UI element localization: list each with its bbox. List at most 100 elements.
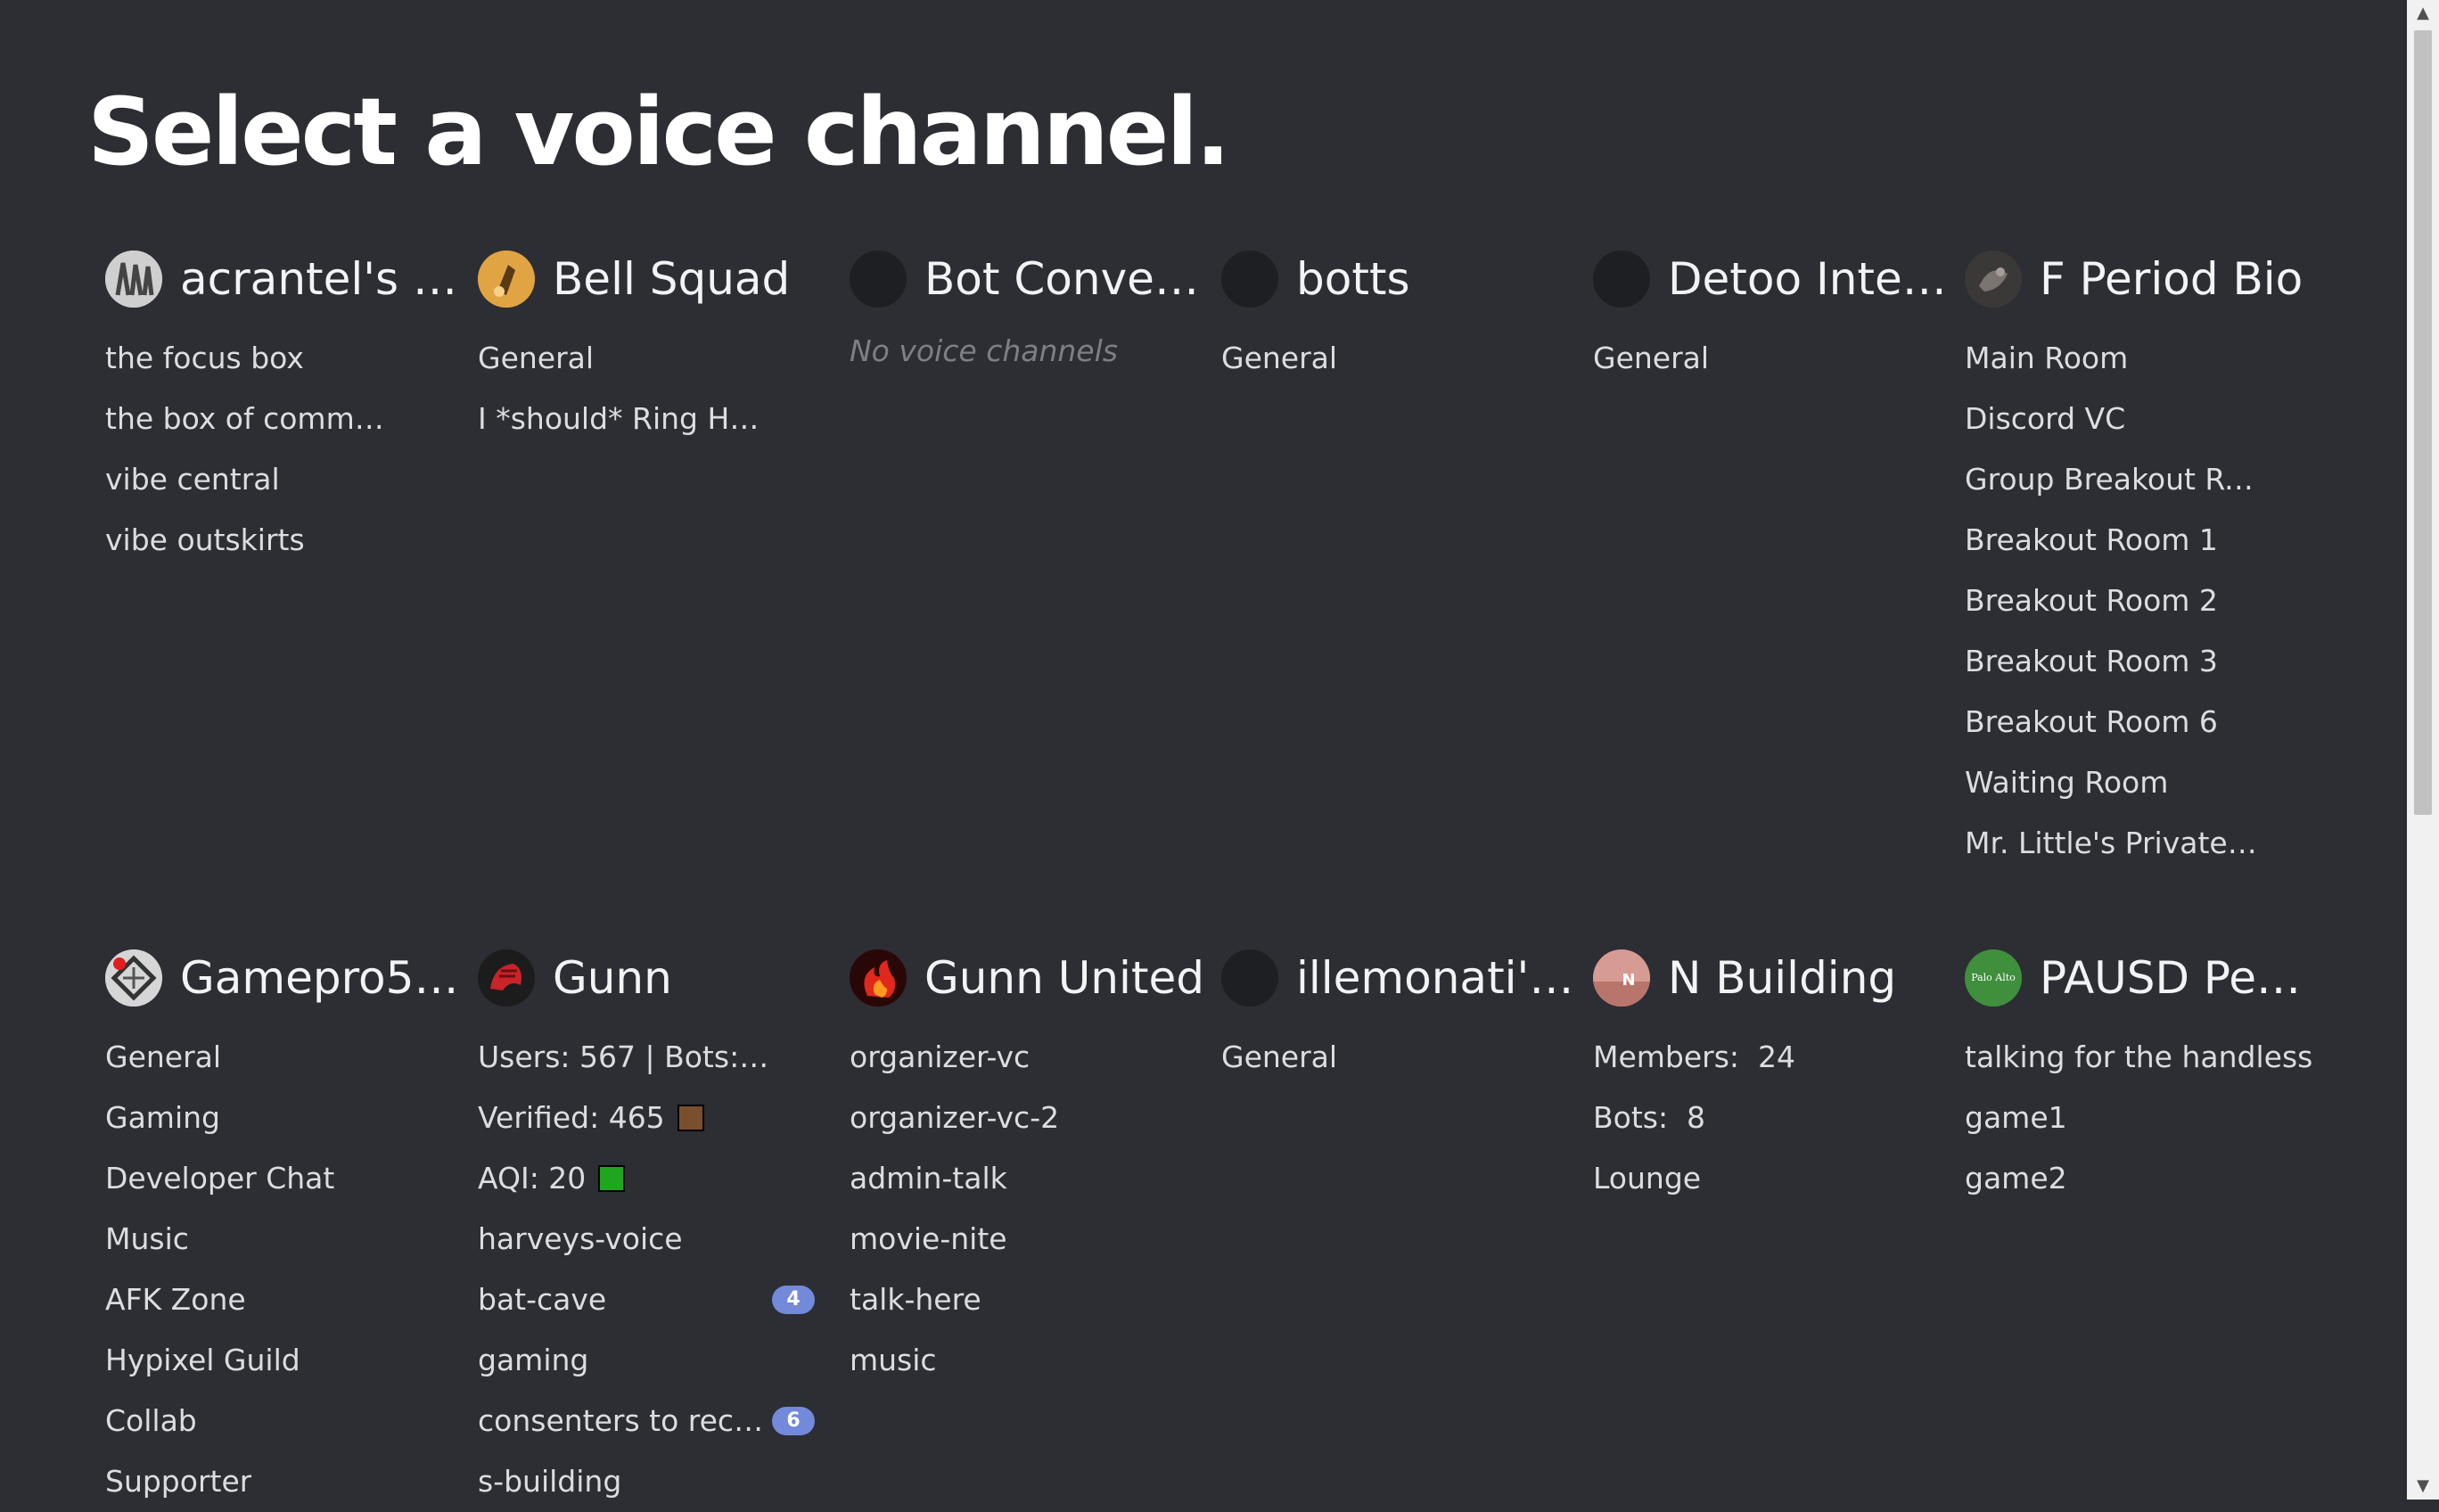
channel-the-focus-box[interactable]: the focus box bbox=[105, 328, 462, 389]
svg-text:N: N bbox=[1622, 971, 1635, 990]
channel-developer-chat[interactable]: Developer Chat bbox=[105, 1148, 462, 1209]
channel-vibe-central[interactable]: vibe central bbox=[105, 449, 462, 510]
gunn-united-server-icon bbox=[850, 949, 907, 1007]
server-name: Gamepro5's server bbox=[180, 952, 462, 1004]
server-header[interactable]: botts bbox=[1221, 250, 1578, 308]
channel-general[interactable]: General bbox=[105, 1027, 462, 1088]
user-count-badge: 6 bbox=[772, 1407, 815, 1435]
server-header[interactable]: Gunn bbox=[478, 949, 834, 1007]
server-header[interactable]: Bot Conversations bbox=[850, 250, 1206, 308]
bot-conversations-server-icon bbox=[850, 251, 907, 308]
server-name: N Building bbox=[1668, 952, 1897, 1004]
channel-talking-for-the-handless[interactable]: talking for the handless bbox=[1965, 1027, 2321, 1088]
channel-afk-zone[interactable]: AFK Zone bbox=[105, 1270, 462, 1330]
gamepro5-server-icon bbox=[105, 949, 162, 1007]
channel-music[interactable]: music bbox=[850, 1330, 1206, 1391]
server-header[interactable]: Gunn United bbox=[850, 949, 1206, 1007]
channel-gaming[interactable]: gaming bbox=[478, 1330, 834, 1391]
scroll-up-icon[interactable]: ▲ bbox=[2407, 0, 2439, 27]
channel-music[interactable]: Music bbox=[105, 1209, 462, 1270]
server-n-building: N N Building Members: 24 Bots: 8 Lounge bbox=[1593, 949, 1950, 1209]
acrantel-server-icon bbox=[105, 251, 162, 308]
server-header[interactable]: N N Building bbox=[1593, 949, 1950, 1007]
stat-members: Members: 24 bbox=[1593, 1040, 1796, 1074]
channel-waiting-room[interactable]: Waiting Room bbox=[1965, 752, 2321, 813]
no-voice-channels-text: No voice channels bbox=[850, 333, 1118, 368]
server-name: acrantel's server bbox=[180, 253, 462, 305]
botts-server-icon bbox=[1221, 251, 1278, 308]
user-count-badge: 4 bbox=[772, 1286, 815, 1314]
scroll-thumb[interactable] bbox=[2414, 30, 2432, 815]
channel-game2[interactable]: game2 bbox=[1965, 1148, 2321, 1209]
detoo-server-icon bbox=[1593, 251, 1650, 308]
channel-group-breakout-room[interactable]: Group Breakout Room bbox=[1965, 449, 2321, 510]
server-header[interactable]: illemonati's server bbox=[1221, 949, 1578, 1007]
server-name: Detoo Interface bbox=[1668, 253, 1950, 305]
channel-general[interactable]: General bbox=[1221, 1027, 1578, 1088]
vertical-scrollbar[interactable]: ▲ ▼ bbox=[2407, 0, 2439, 1500]
server-name: illemonati's server bbox=[1296, 952, 1578, 1004]
server-gunn-united: Gunn United organizer-vc organizer-vc-2 … bbox=[850, 949, 1206, 1391]
verified-color-swatch bbox=[677, 1104, 704, 1131]
server-name: Bell Squad bbox=[553, 253, 791, 305]
channel-s-building[interactable]: s-building bbox=[478, 1451, 834, 1512]
channel-lounge[interactable]: Lounge bbox=[1593, 1148, 1950, 1209]
channel-general[interactable]: General bbox=[478, 328, 834, 389]
channel-gaming[interactable]: Gaming bbox=[105, 1088, 462, 1148]
channel-i-should-ring-here[interactable]: I *should* Ring Here bbox=[478, 389, 834, 449]
channel-vibe-outskirts[interactable]: vibe outskirts bbox=[105, 510, 462, 571]
stat-aqi: AQI: 20 bbox=[478, 1148, 834, 1209]
server-name: F Period Bio bbox=[2040, 253, 2304, 305]
bell-squad-server-icon bbox=[478, 251, 535, 308]
stat-users-bots: Users: 567 | Bots: 28 bbox=[478, 1040, 772, 1074]
pausd-server-icon: Palo Alto bbox=[1965, 949, 2022, 1007]
channel-admin-talk[interactable]: admin-talk bbox=[850, 1148, 1206, 1209]
channel-consenters-to-recording[interactable]: consenters to recording6 bbox=[478, 1391, 834, 1451]
n-building-server-icon: N bbox=[1593, 949, 1650, 1007]
server-name: botts bbox=[1296, 253, 1410, 305]
server-illemonati: illemonati's server General bbox=[1221, 949, 1578, 1088]
stat-bots: Bots: 8 bbox=[1593, 1100, 1706, 1135]
channel-talk-here[interactable]: talk-here bbox=[850, 1270, 1206, 1330]
server-botts: botts General bbox=[1221, 250, 1578, 389]
stat-verified: Verified: 465 bbox=[478, 1088, 834, 1148]
channel-main-room[interactable]: Main Room bbox=[1965, 328, 2321, 389]
f-period-bio-server-icon bbox=[1965, 251, 2022, 308]
channel-harveys-voice[interactable]: harveys-voice bbox=[478, 1209, 834, 1270]
channel-hypixel-guild[interactable]: Hypixel Guild bbox=[105, 1330, 462, 1391]
channel-breakout-room-2[interactable]: Breakout Room 2 bbox=[1965, 571, 2321, 631]
channel-discord-vc[interactable]: Discord VC bbox=[1965, 389, 2321, 449]
channel-the-box-of-commons[interactable]: the box of commons bbox=[105, 389, 462, 449]
channel-bat-cave[interactable]: bat-cave 4 bbox=[478, 1270, 834, 1330]
server-bell-squad: Bell Squad General I *should* Ring Here bbox=[478, 250, 834, 449]
channel-breakout-room-1[interactable]: Breakout Room 1 bbox=[1965, 510, 2321, 571]
server-name: Gunn United bbox=[924, 952, 1204, 1004]
channel-organizer-vc-2[interactable]: organizer-vc-2 bbox=[850, 1088, 1206, 1148]
server-header[interactable]: Palo Alto PAUSD People bbox=[1965, 949, 2321, 1007]
scroll-down-icon[interactable]: ▼ bbox=[2407, 1473, 2439, 1500]
channel-collab[interactable]: Collab bbox=[105, 1391, 462, 1451]
server-bot-conversations: Bot Conversations No voice channels bbox=[850, 250, 1206, 389]
channel-general[interactable]: General bbox=[1593, 328, 1950, 389]
channel-general[interactable]: General bbox=[1221, 328, 1578, 389]
server-header[interactable]: acrantel's server bbox=[105, 250, 462, 308]
server-header[interactable]: Detoo Interface bbox=[1593, 250, 1950, 308]
channel-breakout-room-3[interactable]: Breakout Room 3 bbox=[1965, 631, 2321, 692]
server-acrantel: acrantel's server the focus box the box … bbox=[105, 250, 462, 571]
server-header[interactable]: Bell Squad bbox=[478, 250, 834, 308]
aqi-color-swatch bbox=[598, 1164, 626, 1192]
gunn-server-icon bbox=[478, 949, 535, 1007]
channel-private-meeting-room[interactable]: Mr. Little's Private Meeting Room bbox=[1965, 813, 2321, 874]
server-gunn: Gunn Users: 567 | Bots: 28 Verified: 465… bbox=[478, 949, 834, 1512]
server-header[interactable]: Gamepro5's server bbox=[105, 949, 462, 1007]
server-name: Gunn bbox=[553, 952, 672, 1004]
channel-supporter[interactable]: Supporter bbox=[105, 1451, 462, 1512]
channel-game1[interactable]: game1 bbox=[1965, 1088, 2321, 1148]
page-title: Select a voice channel. bbox=[87, 78, 1230, 186]
channel-breakout-room-6[interactable]: Breakout Room 6 bbox=[1965, 692, 2321, 752]
server-detoo: Detoo Interface General bbox=[1593, 250, 1950, 389]
channel-movie-nite[interactable]: movie-nite bbox=[850, 1209, 1206, 1270]
channel-organizer-vc[interactable]: organizer-vc bbox=[850, 1027, 1206, 1088]
server-header[interactable]: F Period Bio bbox=[1965, 250, 2321, 308]
server-name: Bot Conversations bbox=[924, 253, 1206, 305]
